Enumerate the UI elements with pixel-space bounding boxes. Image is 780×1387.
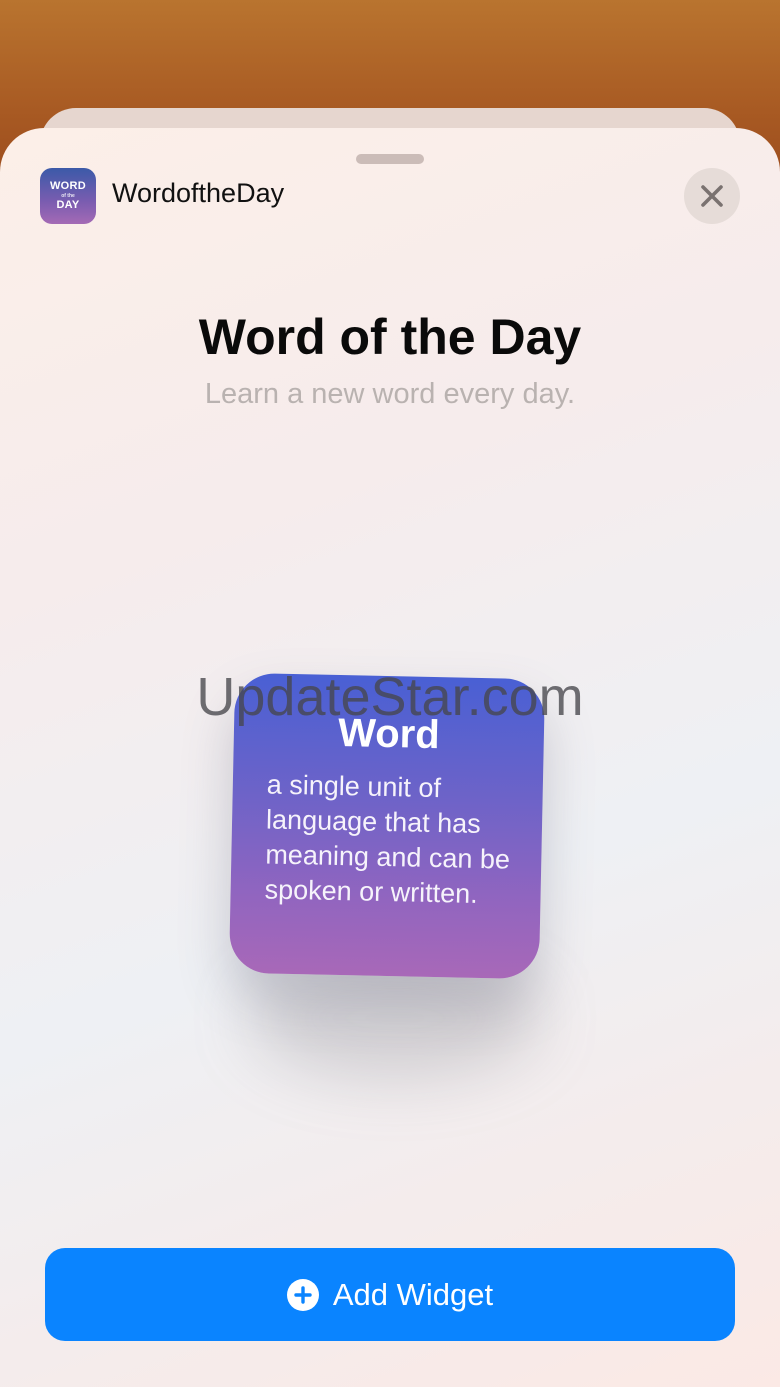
add-widget-label: Add Widget [332,1276,494,1312]
widget-word: Word [337,710,441,758]
widget-preview[interactable]: Word a single unit of language that has … [228,672,546,980]
app-icon-text-word: WORD [49,180,87,192]
widget-title: Word of the Day [198,309,582,365]
close-button[interactable] [684,168,740,224]
app-icon-text-of-the: of the [61,193,75,199]
sheet-grabber[interactable] [356,154,424,164]
widget-definition: a single unit of language that has meani… [264,769,511,909]
plus-circle-icon [286,1278,319,1311]
app-icon-text-day: DAY [56,199,80,211]
widget-gallery-sheet: WORD of the DAY WordoftheDay Word of the… [0,128,780,1387]
widget-subtitle: Learn a new word every day. [204,378,576,410]
app-icon: WORD of the DAY [40,168,96,224]
app-name: WordoftheDay [112,178,285,208]
close-icon [701,185,723,207]
add-widget-button[interactable]: Add Widget [45,1248,735,1341]
